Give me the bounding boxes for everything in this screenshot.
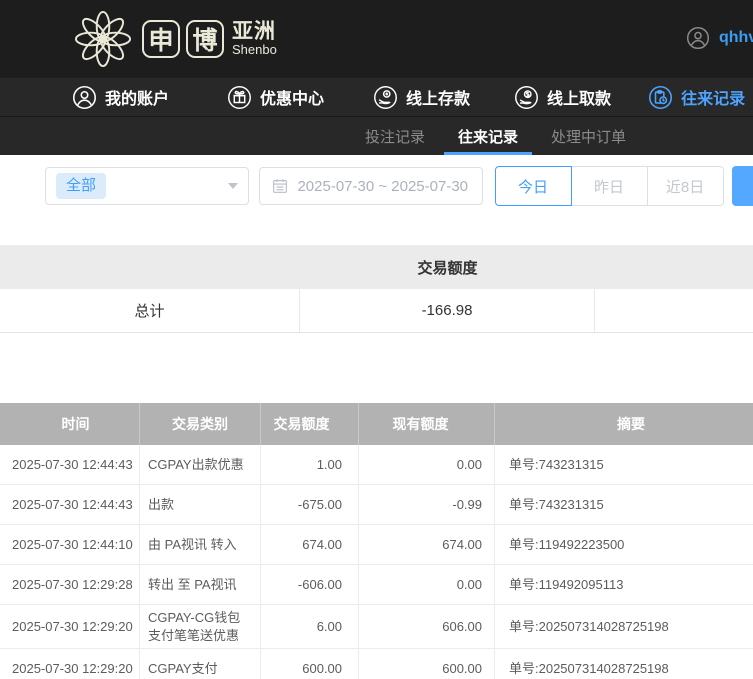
cell-type: 由 PA视讯 转入 [140,525,261,564]
table-row: 2025-07-30 12:29:28 转出 至 PA视讯 -606.00 0.… [0,565,753,605]
cell-time: 2025-07-30 12:44:10 [0,525,140,564]
date-range-value: 2025-07-30 ~ 2025-07-30 [297,177,469,195]
cell-summary: 单号:743231315 [509,456,604,472]
logo-subtitle: Shenbo [232,42,277,58]
summary-header-amount: 交易额度 [417,259,478,277]
active-tab-underline [444,152,533,155]
chevron-down-icon [228,183,239,189]
cell-summary: 单号:202507314028725198 [509,660,669,676]
cell-balance: 0.00 [359,445,495,484]
brand-logo: 申 博 亚洲 Shenbo [74,10,277,68]
lotus-flower-icon [74,10,132,68]
cell-amount: -675.00 [261,485,359,524]
cell-balance: 674.00 [359,525,495,564]
cell-time: 2025-07-30 12:44:43 [0,445,140,484]
nav-label: 优惠中心 [260,91,325,108]
selected-category-tag: 全部 [56,173,107,199]
cell-summary: 单号:119492223500 [509,536,625,552]
nav-item-my-account[interactable]: 我的账户 [72,85,169,110]
category-select[interactable]: 全部 [45,167,250,205]
tab-pending-orders[interactable]: 处理中订单 [537,117,640,155]
record-tabs: 投注记录 往来记录 处理中订单 [0,116,753,155]
logo-char-bo: 博 [186,20,224,58]
summary-total-value: -166.98 [300,289,595,332]
table-row: 2025-07-30 12:29:20 CGPAY支付 600.00 600.0… [0,649,753,679]
user-avatar-icon [686,26,710,50]
tab-label: 处理中订单 [551,128,627,146]
gift-icon [227,85,252,110]
search-button[interactable] [731,166,753,206]
logo-region-text: 亚洲 Shenbo [232,21,277,57]
nav-label: 线上存款 [406,91,471,108]
cell-type: 出款 [140,485,261,524]
cell-amount: 674.00 [261,525,359,564]
quick-today-button[interactable]: 今日 [494,166,572,206]
cell-time: 2025-07-30 12:29:20 [0,649,140,679]
cell-balance: 0.00 [359,565,495,604]
cell-type: 转出 至 PA视讯 [140,565,261,604]
tab-transaction-records[interactable]: 往来记录 [444,117,533,155]
nav-label: 我的账户 [105,91,170,108]
col-header-type: 交易类别 [140,403,261,445]
withdraw-coin-icon [514,85,539,110]
logo-region-cn: 亚洲 [232,20,276,44]
summary-table: 交易额度 总计 -166.98 [0,245,753,333]
col-header-amount: 交易额度 [261,403,359,445]
calendar-icon [272,178,288,194]
cell-type: CGPAY出款优惠 [140,445,261,484]
nav-label: 往来记录 [681,91,746,108]
nav-item-promotions[interactable]: 优惠中心 [227,85,324,110]
col-header-balance: 现有额度 [359,403,495,445]
quick-date-group: 今日 昨日 近8日 [494,166,724,206]
col-header-summary: 摘要 [617,416,645,432]
col-header-time: 时间 [0,403,140,445]
deposit-coin-icon [373,85,398,110]
cell-time: 2025-07-30 12:44:43 [0,485,140,524]
cell-type: CGPAY支付 [140,649,261,679]
cell-balance: 606.00 [359,605,495,649]
cell-type: CGPAY-CG钱包支付笔笔送优惠 [140,605,261,649]
tab-label: 投注记录 [365,128,426,146]
main-nav: 我的账户 优惠中心 线上存款 线上取款 往来记录 [0,78,753,116]
user-account[interactable]: qhhv [686,26,753,50]
table-row: 2025-07-30 12:44:43 CGPAY出款优惠 1.00 0.00 … [0,445,753,485]
cell-time: 2025-07-30 12:29:20 [0,605,140,649]
username-text: qhhv [719,29,753,46]
cell-amount: 1.00 [261,445,359,484]
logo-char-shen: 申 [142,20,180,58]
table-row: 2025-07-30 12:44:43 出款 -675.00 -0.99 单号:… [0,485,753,525]
records-table: 时间 交易类别 交易额度 现有额度 摘要 2025-07-30 12:44:43… [0,403,753,679]
filter-bar: 全部 2025-07-30 ~ 2025-07-30 今日 昨日 近8日 [45,166,753,206]
cell-amount: -606.00 [261,565,359,604]
nav-label: 线上取款 [547,91,612,108]
clipboard-clock-icon [648,85,673,110]
cell-summary: 单号:119492095113 [509,576,624,592]
quick-yesterday-button[interactable]: 昨日 [570,166,648,206]
cell-summary: 单号:743231315 [509,496,604,512]
nav-item-online-deposit[interactable]: 线上存款 [373,85,470,110]
date-range-input[interactable]: 2025-07-30 ~ 2025-07-30 [259,167,483,205]
cell-summary: 单号:202507314028725198 [509,618,669,634]
nav-item-online-withdraw[interactable]: 线上取款 [514,85,611,110]
cell-amount: 6.00 [261,605,359,649]
records-header-row: 时间 交易类别 交易额度 现有额度 摘要 [0,403,753,445]
summary-total-label: 总计 [0,289,300,332]
quick-last8days-button[interactable]: 近8日 [646,166,724,206]
tab-betting-records[interactable]: 投注记录 [351,117,439,155]
cell-amount: 600.00 [261,649,359,679]
user-circle-icon [72,85,97,110]
summary-empty-cell [595,289,753,332]
tab-label: 往来记录 [458,128,519,146]
cell-balance: -0.99 [359,485,495,524]
top-header: 申 博 亚洲 Shenbo qhhv [0,0,753,78]
table-row: 2025-07-30 12:44:10 由 PA视讯 转入 674.00 674… [0,525,753,565]
cell-balance: 600.00 [359,649,495,679]
cell-time: 2025-07-30 12:29:28 [0,565,140,604]
table-row: 2025-07-30 12:29:20 CGPAY-CG钱包支付笔笔送优惠 6.… [0,605,753,650]
summary-header-row: 交易额度 [0,245,753,289]
nav-item-transaction-records[interactable]: 往来记录 [648,85,745,110]
summary-total-row: 总计 -166.98 [0,289,753,333]
